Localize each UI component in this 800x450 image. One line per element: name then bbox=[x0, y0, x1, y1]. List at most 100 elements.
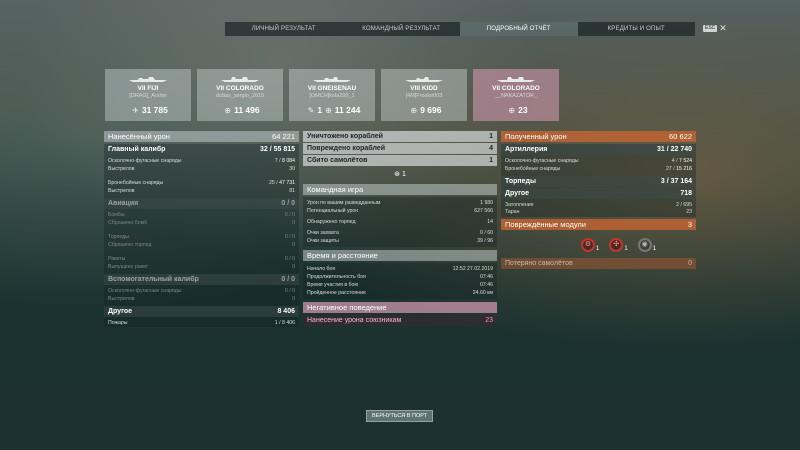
damaged-row: Повреждено кораблей 4 bbox=[303, 143, 497, 154]
tab-credits-xp[interactable]: КРЕДИТЫ И ОПЫТ bbox=[578, 22, 696, 36]
header-label: Время и расстояние bbox=[307, 251, 378, 260]
header-label: Полученный урон bbox=[505, 132, 567, 141]
planes-shot-summary: ⊛ 1 bbox=[303, 167, 497, 181]
participation-row: Время участия в бою 07:46 bbox=[303, 281, 497, 289]
back-to-port-button[interactable]: ВЕРНУТЬСЯ В ПОРТ bbox=[366, 410, 433, 422]
row-label: Осколочно-фугасные снаряды bbox=[108, 288, 182, 294]
player-name: [4M]Froske003 bbox=[405, 93, 443, 99]
row-value: 718 bbox=[680, 190, 692, 197]
team-play-header: Командная игра bbox=[303, 184, 497, 195]
ship-silhouette-icon bbox=[497, 77, 535, 82]
row-label: Повреждено кораблей bbox=[307, 145, 385, 152]
module-count: 1 bbox=[596, 246, 600, 252]
plane-target-icon: ⊛ bbox=[394, 171, 400, 178]
row-value: 14 bbox=[487, 219, 493, 225]
ship-stat-value: 9 696 bbox=[420, 105, 442, 115]
bombs-dropped-row: Сброшено бомб 0 bbox=[104, 219, 299, 227]
row-value: 81 bbox=[289, 188, 295, 194]
row-label: Очки захвата bbox=[307, 230, 339, 236]
torpedoes-row: Торпеды 0 / 0 bbox=[104, 233, 299, 241]
row-label: Пожары bbox=[108, 319, 128, 326]
row-value: 1 bbox=[489, 157, 493, 164]
row-label: Урон по вашим разведданным bbox=[307, 200, 381, 206]
ship-stat: ⊕ 9 696 bbox=[389, 105, 463, 115]
flooding-row: Затопления 2 / 695 bbox=[501, 201, 696, 209]
damage-value: 8 084 bbox=[282, 158, 295, 164]
module-engine: ⚙ 1 bbox=[581, 238, 599, 252]
ship-silhouette-icon bbox=[221, 77, 259, 82]
battle-start-row: Начало боя 12:52 27.02.2019 bbox=[303, 265, 497, 273]
he-row: Осколочно-фугасные снаряды 7 / 8 084 bbox=[104, 157, 299, 165]
duration-row: Продолжительность боя 07:46 bbox=[303, 273, 497, 281]
row-label: Ракеты bbox=[108, 256, 126, 262]
row-value: 27 / 15 216 bbox=[666, 166, 692, 172]
turret-icon: ◉ bbox=[637, 238, 652, 252]
ship-name: VIII KIDD bbox=[410, 85, 438, 92]
row-value: 0 bbox=[292, 296, 295, 302]
ship-stat: ⊕ 11 496 bbox=[205, 105, 279, 115]
crosshair-icon: ⊕ bbox=[224, 105, 232, 115]
hits-value: 7 bbox=[274, 158, 278, 164]
row-label: Очки защиты bbox=[307, 238, 339, 244]
row-value: 1 bbox=[489, 133, 493, 140]
damage-value: 15 216 bbox=[676, 166, 692, 172]
row-label: Сброшено бомб bbox=[108, 220, 148, 226]
ship-name: VII GNEISENAU bbox=[307, 85, 357, 92]
ship-name: VII COLORADO bbox=[216, 85, 264, 92]
row-value: 30 bbox=[289, 166, 295, 172]
row-value: 23 bbox=[686, 209, 692, 215]
tab-team-result[interactable]: КОМАНДНЫЙ РЕЗУЛЬТАТ bbox=[343, 22, 461, 36]
ship-card[interactable]: VII GNEISENAU [OMCH]kola199_1 ✎ 1 ⊕ 11 244 bbox=[289, 69, 375, 121]
ship-card[interactable]: VII COLORADO dubas_sergio_2015 ⊕ 11 496 bbox=[197, 69, 283, 121]
ship-card[interactable]: VIII KIDD [4M]Froske003 ⊕ 9 696 bbox=[381, 69, 467, 121]
received-torpedoes-row: Торпеды 3 / 37 164 bbox=[501, 176, 696, 187]
row-label: Выпущено ракет bbox=[108, 264, 149, 270]
hits-value: 27 bbox=[666, 166, 672, 172]
close-area[interactable]: ESC ✕ bbox=[703, 24, 727, 33]
row-label: Начало боя bbox=[307, 266, 336, 272]
tab-detailed-report[interactable]: ПОДРОБНЫЙ ОТЧЁТ bbox=[460, 22, 578, 36]
row-label: Выстрелов bbox=[108, 296, 135, 302]
ship-card-self[interactable]: VII COLORADO __NAKAZATOR_ ⊕ 23 bbox=[473, 69, 559, 121]
row-value: 39 / 96 bbox=[477, 238, 493, 244]
ship-stat: ✎ 1 ⊕ 11 244 bbox=[297, 105, 371, 115]
row-label: Бомбы bbox=[108, 212, 125, 218]
kills-icon: ✎ bbox=[307, 105, 315, 115]
tab-personal-result[interactable]: ЛИЧНЫЙ РЕЗУЛЬТАТ bbox=[225, 22, 343, 36]
row-label: Бронебойные снаряды bbox=[108, 180, 164, 186]
close-icon[interactable]: ✕ bbox=[719, 24, 727, 33]
row-label: Потеряно самолётов bbox=[505, 260, 573, 267]
row-label: Торпеды bbox=[108, 234, 129, 240]
row-value: 0 bbox=[292, 220, 295, 226]
ship-stat: ✈ 31 785 bbox=[113, 105, 187, 115]
ship-stat-value: 11 496 bbox=[234, 105, 260, 115]
row-label: Вспомогательный калибр bbox=[108, 276, 199, 283]
received-ap-row: Бронебойные снаряды 27 / 15 216 bbox=[501, 165, 696, 173]
ship-silhouette-icon bbox=[129, 77, 167, 82]
engine-icon: ⚙ bbox=[581, 238, 595, 252]
row-value: 7 / 8 084 bbox=[274, 158, 295, 164]
aviation-row: Авиация 0 / 0 bbox=[104, 198, 299, 209]
row-value: 23 bbox=[485, 317, 493, 324]
row-label: Таран bbox=[505, 209, 520, 215]
row-value: 25 / 47 731 bbox=[269, 180, 295, 186]
ship-name: VII COLORADO bbox=[492, 85, 540, 92]
row-label: Торпеды bbox=[505, 178, 536, 185]
row-value: 0 bbox=[292, 264, 295, 270]
results-tab-bar: ЛИЧНЫЙ РЕЗУЛЬТАТ КОМАНДНЫЙ РЕЗУЛЬТАТ ПОД… bbox=[225, 22, 695, 36]
damage-received-body: Артиллерия 31 / 22 740 Осколочно-фугасны… bbox=[501, 144, 696, 217]
row-value: 2 / 695 bbox=[676, 202, 692, 208]
secondary-row: Вспомогательный калибр 0 / 0 bbox=[104, 274, 299, 285]
row-label: Выстрелов bbox=[108, 188, 135, 194]
capture-row: Очки захвата 0 / 60 bbox=[303, 229, 497, 237]
destroyed-row: Уничтожено кораблей 1 bbox=[303, 131, 497, 142]
row-label: Затопления bbox=[505, 202, 534, 208]
damage-value: 7 524 bbox=[679, 158, 692, 164]
row-label: Другое bbox=[108, 308, 133, 315]
row-value: 0 bbox=[292, 242, 295, 248]
row-value: 12:52 27.02.2019 bbox=[452, 266, 493, 272]
row-label: Авиация bbox=[108, 200, 139, 207]
ship-card[interactable]: VII FIJI [DRAG]_Arshin ✈ 31 785 bbox=[105, 69, 191, 121]
row-value: 0 / 0 bbox=[281, 276, 295, 283]
row-label: Артиллерия bbox=[505, 146, 548, 153]
